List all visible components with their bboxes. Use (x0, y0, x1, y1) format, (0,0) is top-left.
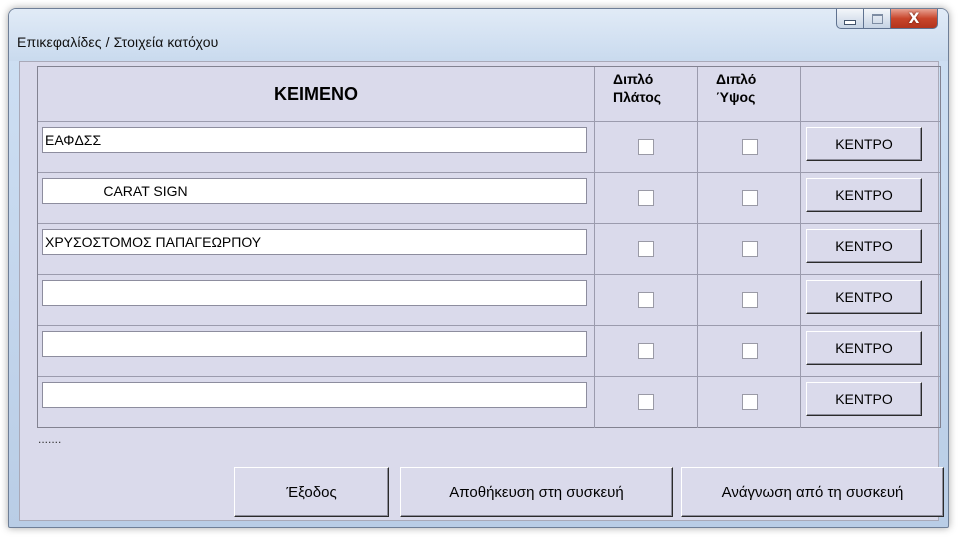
double-height-cell (698, 224, 801, 275)
center-cell: KENTPO (801, 122, 940, 173)
double-width-cell (595, 122, 698, 173)
double-height-checkbox[interactable] (742, 241, 758, 257)
double-width-cell (595, 326, 698, 377)
text-cell: ΧΡΥΣΟΣΤΟΜΟΣ ΠΑΠΑΓΕΩΡΠΟΥ (38, 224, 595, 275)
window-controls: X (836, 9, 938, 33)
double-width-cell (595, 173, 698, 224)
center-cell: KENTPO (801, 224, 940, 275)
double-height-cell (698, 173, 801, 224)
center-cell: KENTPO (801, 326, 940, 377)
double-width-checkbox[interactable] (638, 190, 654, 206)
center-cell: KENTPO (801, 173, 940, 224)
double-height-checkbox[interactable] (742, 190, 758, 206)
window-title: Επικεφαλίδες / Στοιχεία κατόχου (17, 34, 219, 50)
text-grid: KEIMENO Διπλό Πλάτος Διπλό Ύψος ΕΑΦΔΣΣ KE… (37, 66, 941, 428)
maximize-icon (871, 13, 883, 24)
double-height-checkbox[interactable] (742, 394, 758, 410)
double-height-cell (698, 326, 801, 377)
center-button[interactable]: KENTPO (806, 331, 922, 365)
header-double-height: Διπλό Ύψος (698, 67, 801, 122)
exit-button[interactable]: Έξοδος (234, 467, 389, 517)
header-double-height-line1: Διπλό (716, 71, 757, 87)
center-button[interactable]: KENTPO (806, 178, 922, 212)
text-input[interactable] (42, 280, 587, 306)
center-button[interactable]: KENTPO (806, 280, 922, 314)
text-input[interactable]: ΕΑΦΔΣΣ (42, 127, 587, 153)
text-cell (38, 326, 595, 377)
text-input[interactable] (42, 331, 587, 357)
header-text-label: KEIMENO (273, 83, 358, 104)
header-center (801, 67, 940, 122)
maximize-button (864, 9, 891, 29)
header-double-height-line2: Ύψος (716, 89, 756, 105)
double-width-checkbox[interactable] (638, 241, 654, 257)
text-cell: CARAT SIGN (38, 173, 595, 224)
double-height-cell (698, 122, 801, 173)
minimize-icon (844, 19, 856, 25)
double-width-checkbox[interactable] (638, 139, 654, 155)
text-input[interactable]: ΧΡΥΣΟΣΤΟΜΟΣ ΠΑΠΑΓΕΩΡΠΟΥ (42, 229, 587, 255)
minimize-button[interactable] (836, 9, 864, 29)
status-text: ....... (38, 432, 62, 446)
center-cell: KENTPO (801, 275, 940, 326)
center-button[interactable]: KENTPO (806, 382, 922, 416)
text-cell (38, 275, 595, 326)
double-width-cell (595, 377, 698, 428)
double-height-checkbox[interactable] (742, 139, 758, 155)
header-double-width-line1: Διπλό (613, 71, 654, 87)
client-area: KEIMENO Διπλό Πλάτος Διπλό Ύψος ΕΑΦΔΣΣ KE… (19, 61, 944, 521)
text-cell: ΕΑΦΔΣΣ (38, 122, 595, 173)
double-height-cell (698, 377, 801, 428)
close-button[interactable]: X (891, 9, 938, 29)
read-from-device-button[interactable]: Ανάγνωση από τη συσκευή (681, 467, 944, 517)
dialog-window: Επικεφαλίδες / Στοιχεία κατόχου X KEIMEN… (8, 8, 949, 528)
double-width-checkbox[interactable] (638, 394, 654, 410)
title-bar[interactable]: Επικεφαλίδες / Στοιχεία κατόχου X (9, 9, 948, 61)
close-icon: X (908, 10, 920, 27)
center-button[interactable]: KENTPO (806, 229, 922, 263)
header-double-width-line2: Πλάτος (613, 89, 662, 105)
center-cell: KENTPO (801, 377, 940, 428)
double-height-checkbox[interactable] (742, 292, 758, 308)
double-width-cell (595, 275, 698, 326)
header-double-width: Διπλό Πλάτος (595, 67, 698, 122)
double-width-checkbox[interactable] (638, 343, 654, 359)
double-height-checkbox[interactable] (742, 343, 758, 359)
text-input[interactable] (42, 382, 587, 408)
double-width-cell (595, 224, 698, 275)
text-input[interactable]: CARAT SIGN (42, 178, 587, 204)
header-text: KEIMENO (38, 67, 595, 122)
save-to-device-button[interactable]: Αποθήκευση στη συσκευή (400, 467, 673, 517)
center-button[interactable]: KENTPO (806, 127, 922, 161)
double-height-cell (698, 275, 801, 326)
text-cell (38, 377, 595, 428)
double-width-checkbox[interactable] (638, 292, 654, 308)
